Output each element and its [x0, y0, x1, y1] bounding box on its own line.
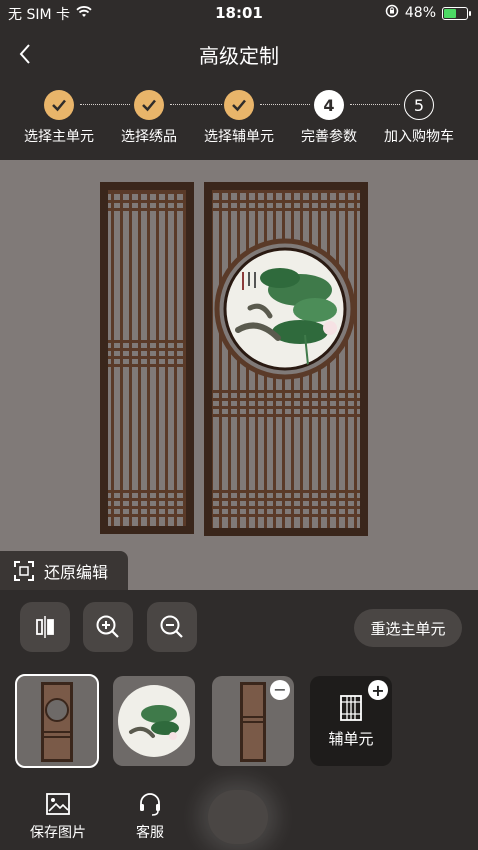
embroidery-image [118, 685, 190, 757]
add-aux-label: 辅单元 [328, 729, 374, 748]
design-canvas[interactable]: 还原编辑 [0, 160, 478, 590]
mirror-button[interactable] [20, 602, 70, 652]
add-auxiliary-unit-button[interactable]: 辅单元 + [310, 676, 392, 766]
fit-screen-icon [14, 560, 34, 581]
checkmark-icon [44, 90, 74, 120]
step-label: 选择绣品 [121, 129, 177, 145]
checkmark-icon [224, 90, 254, 120]
step-label: 加入购物车 [384, 129, 454, 145]
plus-icon: + [368, 680, 388, 700]
step-label: 完善参数 [301, 129, 357, 145]
auxiliary-panel[interactable] [100, 182, 194, 534]
step-number: 5 [404, 90, 434, 120]
rotation-lock-icon [385, 4, 399, 22]
zoom-out-icon [160, 615, 183, 638]
step-label: 选择辅单元 [204, 129, 274, 145]
step-number: 4 [314, 90, 344, 120]
image-icon [46, 793, 70, 815]
zoom-in-icon [96, 615, 119, 638]
screen-panel-image [41, 682, 73, 762]
step-1[interactable]: 选择主单元 [9, 90, 109, 146]
customer-service-label: 客服 [136, 825, 164, 841]
main-unit-thumbnail[interactable] [15, 674, 99, 768]
lattice-panel-icon [340, 694, 362, 721]
battery-percent: 48% [404, 5, 436, 21]
step-2[interactable]: 选择绣品 [99, 90, 199, 146]
reselect-main-unit-button[interactable]: 重选主单元 [354, 609, 462, 647]
checkmark-icon [134, 90, 164, 120]
zoom-out-button[interactable] [147, 602, 197, 652]
battery-fill [444, 8, 456, 18]
headset-icon [140, 793, 160, 816]
mirror-icon [36, 616, 54, 638]
step-indicator: 选择主单元 选择绣品 选择辅单元 4 完善参数 5 加入购物车 [0, 82, 478, 160]
component-thumbnails: − 辅单元 + [0, 666, 478, 780]
bottom-bar: 保存图片 客服 [0, 780, 478, 850]
primary-action-button[interactable] [208, 790, 268, 844]
customer-service-button[interactable]: 客服 [110, 790, 190, 842]
main-panel[interactable] [204, 182, 368, 536]
auxiliary-unit-thumbnail[interactable]: − [212, 676, 294, 766]
page-title: 高级定制 [199, 44, 279, 68]
edit-toolbar: 重选主单元 [0, 590, 478, 666]
status-bar: 无 SIM 卡 18:01 48% [0, 0, 478, 26]
battery-icon [442, 6, 471, 20]
save-image-button[interactable]: 保存图片 [18, 790, 98, 842]
nav-bar: 高级定制 [0, 26, 478, 82]
screen-preview[interactable] [0, 160, 478, 590]
step-4[interactable]: 4 完善参数 [279, 90, 379, 146]
restore-edit-label: 还原编辑 [44, 562, 109, 582]
status-right: 48% [385, 4, 471, 22]
zoom-in-button[interactable] [83, 602, 133, 652]
save-image-label: 保存图片 [30, 825, 86, 841]
step-3[interactable]: 选择辅单元 [189, 90, 289, 146]
step-5[interactable]: 5 加入购物车 [369, 90, 469, 146]
embroidery-thumbnail[interactable] [113, 676, 195, 766]
restore-edit-button[interactable]: 还原编辑 [0, 551, 128, 590]
remove-unit-button[interactable]: − [270, 680, 290, 700]
step-label: 选择主单元 [24, 129, 94, 145]
